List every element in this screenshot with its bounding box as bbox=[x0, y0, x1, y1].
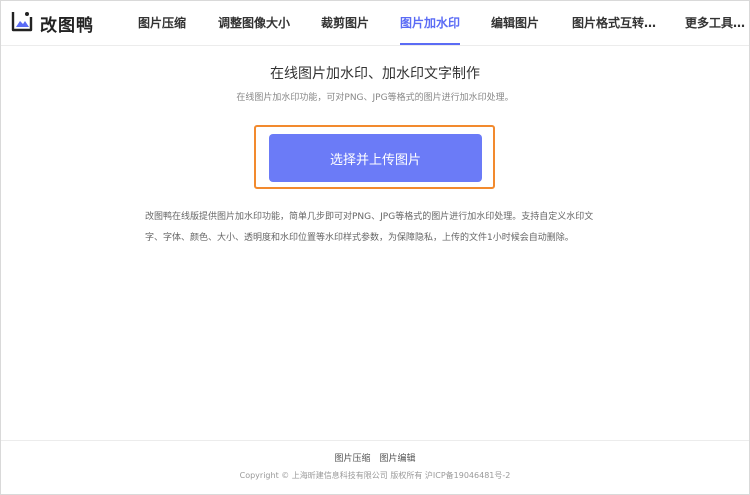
footer: 图片压缩 图片编辑 Copyright © 上海昕建信息科技有限公司 版权所有 … bbox=[1, 440, 749, 494]
feature-description: 改图鸭在线版提供图片加水印功能，简单几步即可对PNG、JPG等格式的图片进行加水… bbox=[145, 212, 594, 243]
page-title: 在线图片加水印、加水印文字制作 bbox=[270, 66, 480, 82]
upload-image-button[interactable]: 选择并上传图片 bbox=[269, 134, 482, 182]
copyright: Copyright © 上海昕建信息科技有限公司 版权所有 沪ICP备19046… bbox=[239, 471, 511, 480]
app-window: 改图鸭 图片压缩 调整图像大小 裁剪图片 图片加水印 编辑图片 图片格式互转… … bbox=[0, 0, 750, 495]
top-header: 改图鸭 图片压缩 调整图像大小 裁剪图片 图片加水印 编辑图片 图片格式互转… … bbox=[1, 1, 749, 46]
footer-links: 图片压缩 图片编辑 bbox=[1, 451, 749, 464]
upload-highlight-box: 选择并上传图片 bbox=[254, 125, 495, 189]
footer-link-edit[interactable]: 图片编辑 bbox=[379, 454, 415, 464]
footer-link-compress[interactable]: 图片压缩 bbox=[335, 454, 371, 464]
nav-item-edit[interactable]: 编辑图片 bbox=[491, 1, 539, 45]
page-subtitle: 在线图片加水印功能，可对PNG、JPG等格式的图片进行加水印处理。 bbox=[236, 93, 514, 103]
nav-item-compress[interactable]: 图片压缩 bbox=[138, 1, 186, 45]
nav-item-crop[interactable]: 裁剪图片 bbox=[321, 1, 369, 45]
nav-item-resize[interactable]: 调整图像大小 bbox=[218, 1, 290, 45]
nav-item-more-tools[interactable]: 更多工具… bbox=[685, 1, 745, 45]
nav-item-watermark[interactable]: 图片加水印 bbox=[400, 1, 461, 45]
nav-item-format-convert[interactable]: 图片格式互转… bbox=[572, 1, 656, 45]
main-nav: 图片压缩 调整图像大小 裁剪图片 图片加水印 编辑图片 图片格式互转… 更多工具… bbox=[1, 1, 749, 45]
